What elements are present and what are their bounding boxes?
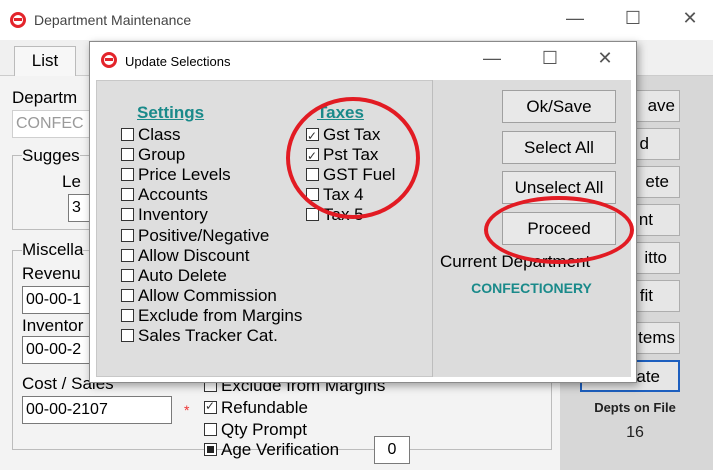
settings-sales-tracker-label: Sales Tracker Cat. [138,326,278,345]
tax-4-checkbox[interactable]: Tax 4 [306,185,364,205]
misc-label: Miscella [22,240,84,260]
settings-sales-tracker-checkbox[interactable]: Sales Tracker Cat. [121,326,278,346]
level-label: Le [62,172,81,191]
ok-save-button[interactable]: Ok/Save [502,90,616,123]
dialog-close-button[interactable]: ✕ [590,48,620,69]
settings-auto-delete-label: Auto Delete [138,266,227,285]
depts-on-file-value: 16 [626,424,644,441]
bg-close-button[interactable]: ✕ [675,8,705,29]
taxes-header: Taxes [317,103,364,122]
current-department-value: CONFECTIONERY [471,280,592,296]
settings-header: Settings [137,103,205,122]
refundable-checkbox[interactable]: Refundable [204,398,308,418]
checkbox-icon [121,249,134,262]
department-label: Departm [12,88,78,107]
settings-exclude-margins-label: Exclude from Margins [138,306,303,325]
dialog-minimize-button[interactable]: — [477,48,507,69]
settings-class-label: Class [138,125,181,144]
tax-pst-label: Pst Tax [323,145,379,164]
screenshot: Department Maintenance — ☐ ✕ List Depart… [0,0,713,470]
tab-list[interactable]: List [14,46,76,76]
settings-exclude-margins-checkbox[interactable]: Exclude from Margins [121,306,302,326]
suggest-label: Sugges [22,146,80,166]
settings-accounts-checkbox[interactable]: Accounts [121,185,208,205]
tax-gst-checkbox[interactable]: Gst Tax [306,125,381,146]
checkbox-icon [306,188,319,201]
checkbox-checked-icon [204,399,217,414]
checkbox-icon [121,148,134,161]
settings-allow-commission-label: Allow Commission [138,286,277,305]
age-verification-checkbox[interactable]: Age Verification [204,440,339,460]
cost-sales-field[interactable]: 00-00-2107 [22,396,172,424]
settings-inventory-checkbox[interactable]: Inventory [121,205,208,225]
settings-auto-delete-checkbox[interactable]: Auto Delete [121,266,227,286]
tax-5-label: Tax 5 [323,205,364,224]
proceed-button[interactable]: Proceed [502,212,616,245]
refundable-label: Refundable [221,398,308,417]
checkbox-icon [121,208,134,221]
checkbox-icon [121,289,134,302]
dialog-app-icon [101,52,117,68]
age-verification-field[interactable]: 0 [374,436,410,464]
checkbox-checked-icon [306,146,319,166]
current-department-label: Current Department [440,252,591,271]
revenue-label: Revenu [22,264,81,283]
select-all-button[interactable]: Select All [502,131,616,164]
inventory-field[interactable]: 00-00-2 [22,336,92,364]
unselect-all-button[interactable]: Unselect All [502,171,616,204]
settings-class-checkbox[interactable]: Class [121,125,181,145]
settings-positive-negative-label: Positive/Negative [138,226,270,245]
settings-inventory-label: Inventory [138,205,208,224]
checkbox-icon [121,188,134,201]
settings-group-label: Group [138,145,186,164]
required-star: * [184,402,190,418]
tax-4-label: Tax 4 [323,185,364,204]
settings-allow-discount-label: Allow Discount [138,246,250,265]
qty-prompt-label: Qty Prompt [221,420,307,439]
app-icon [10,12,26,28]
bg-window-title: Department Maintenance [34,12,192,28]
bg-minimize-button[interactable]: — [560,8,590,29]
checkbox-checked-icon [306,126,319,146]
depts-on-file-label: Depts on File [594,400,676,415]
inventory-label: Inventor [22,316,84,335]
tax-5-checkbox[interactable]: Tax 5 [306,205,364,225]
checkbox-icon [121,128,134,141]
checkbox-icon [121,329,134,342]
dialog-title: Update Selections [125,54,231,69]
checkbox-icon [121,309,134,322]
tax-pst-checkbox[interactable]: Pst Tax [306,145,379,166]
checkbox-icon [306,208,319,221]
bg-maximize-button[interactable]: ☐ [618,8,648,29]
settings-positive-negative-checkbox[interactable]: Positive/Negative [121,226,269,246]
settings-allow-discount-checkbox[interactable]: Allow Discount [121,246,250,266]
checkbox-icon [121,168,134,181]
settings-price-levels-label: Price Levels [138,165,231,184]
settings-allow-commission-checkbox[interactable]: Allow Commission [121,286,277,306]
dialog-maximize-button[interactable]: ☐ [535,48,565,69]
qty-prompt-checkbox[interactable]: Qty Prompt [204,420,307,440]
department-field[interactable]: CONFEC [12,110,92,138]
settings-group-checkbox[interactable]: Group [121,145,185,165]
tax-gst-fuel-checkbox[interactable]: GST Fuel [306,165,395,185]
checkbox-icon [121,229,134,242]
settings-accounts-label: Accounts [138,185,208,204]
settings-price-levels-checkbox[interactable]: Price Levels [121,165,231,185]
age-verification-label: Age Verification [221,440,340,459]
checkbox-icon [306,168,319,181]
tax-gst-fuel-label: GST Fuel [323,165,396,184]
tax-gst-label: Gst Tax [323,125,381,144]
checkbox-icon [121,269,134,282]
revenue-field[interactable]: 00-00-1 [22,286,92,314]
checkbox-icon [204,423,217,436]
checkbox-indeterminate-icon [204,443,217,456]
